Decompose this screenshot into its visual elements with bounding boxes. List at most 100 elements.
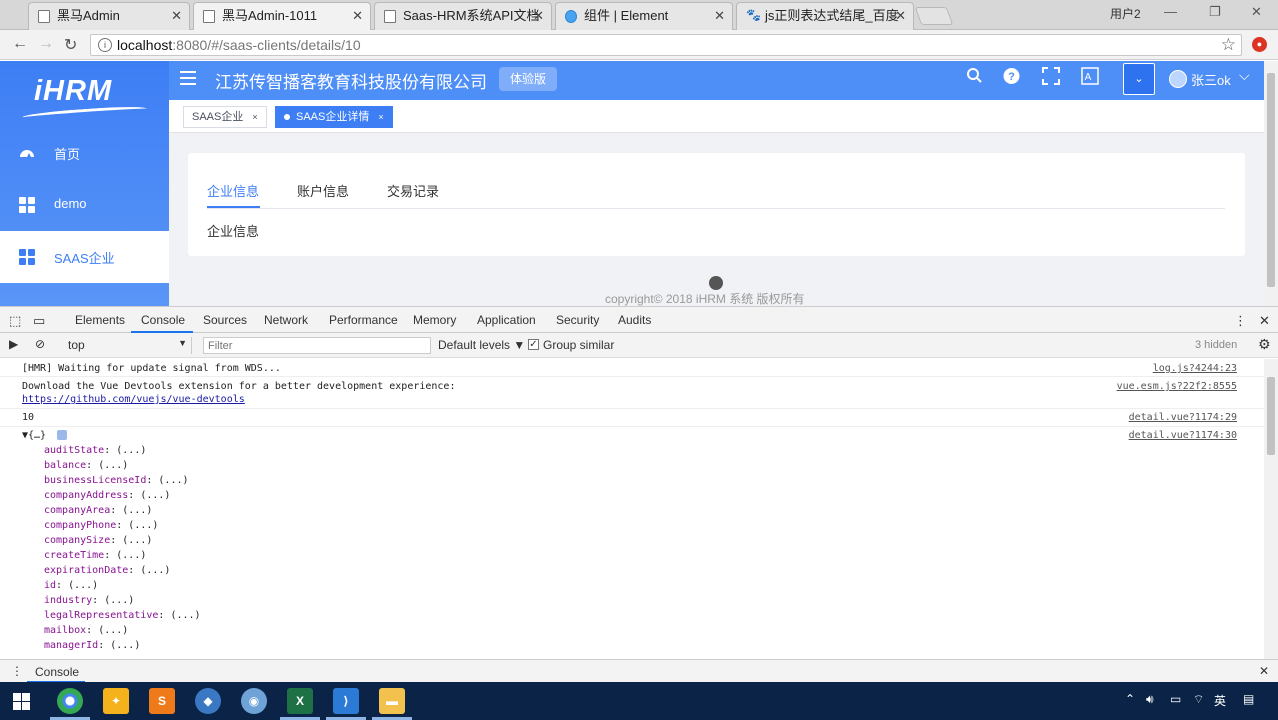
object-property[interactable]: legalRepresentative: (...) <box>44 610 201 621</box>
sidebar-item-home[interactable]: 首页 <box>0 127 169 179</box>
bookmark-star-icon[interactable]: ☆ <box>1221 35 1236 55</box>
object-property[interactable]: companyPhone: (...) <box>44 520 158 531</box>
browser-tab-heima-admin-1011[interactable]: 黑马Admin-1011 ✕ <box>193 2 371 31</box>
console-source-link[interactable]: vue.esm.js?22f2:8555 <box>1117 381 1237 392</box>
drawer-menu-icon[interactable]: ⋮ <box>11 664 23 678</box>
console-scrollbar[interactable] <box>1264 359 1278 659</box>
console-url-link[interactable]: https://github.com/vuejs/vue-devtools <box>22 394 245 405</box>
avatar[interactable] <box>1169 70 1187 88</box>
devtools-tab-security[interactable]: Security <box>556 313 599 327</box>
github-icon[interactable] <box>709 276 723 290</box>
sidebar-item-saas[interactable]: SAAS企业 <box>0 231 169 283</box>
object-property[interactable]: managerId: (...) <box>44 640 140 651</box>
chevron-down-icon[interactable]: ⌵ <box>1239 67 1250 84</box>
devtools-tab-audits[interactable]: Audits <box>618 313 651 327</box>
settings-gear-icon[interactable]: ⚙ <box>1258 336 1271 353</box>
console-object-toggle[interactable]: ▼{…} <box>22 430 46 441</box>
username[interactable]: 张三ok <box>1191 70 1231 89</box>
clear-console-icon[interactable]: ⊘ <box>35 337 45 351</box>
device-toggle-icon[interactable]: ▭ <box>33 313 45 329</box>
translate-icon[interactable]: A <box>1081 67 1099 90</box>
minimize-icon[interactable]: — <box>1164 4 1177 19</box>
forward-icon[interactable]: → <box>38 35 54 53</box>
devtools-tab-network[interactable]: Network <box>264 313 308 327</box>
page-scrollbar[interactable] <box>1264 61 1278 306</box>
sublime-icon[interactable]: S <box>149 688 175 714</box>
devtools-tab-performance[interactable]: Performance <box>329 313 398 327</box>
paint-icon[interactable]: ◉ <box>241 688 267 714</box>
tag-saas-details[interactable]: SAAS企业详情 × <box>275 106 393 128</box>
browser-tab-heima-admin[interactable]: 黑马Admin ✕ <box>28 2 190 30</box>
object-property[interactable]: balance: (...) <box>44 460 128 471</box>
object-property[interactable]: auditState: (...) <box>44 445 146 456</box>
console-source-link[interactable]: detail.vue?1174:29 <box>1129 412 1237 423</box>
chevron-down-icon[interactable]: ⌄ <box>1123 63 1155 95</box>
close-icon[interactable]: × <box>378 112 383 122</box>
object-property[interactable]: businessLicenseId: (...) <box>44 475 189 486</box>
network-icon[interactable]: ⌔ <box>1193 692 1204 707</box>
close-icon[interactable]: ✕ <box>895 3 906 29</box>
drawer-tab-console[interactable]: Console <box>35 665 79 679</box>
back-icon[interactable]: ← <box>12 35 28 53</box>
browser-tab-element[interactable]: 组件 | Element ✕ <box>555 2 733 30</box>
tag-saas[interactable]: SAAS企业 × <box>183 106 267 128</box>
browser-tab-baidu[interactable]: 🐾 js正则表达式结尾_百度 ✕ <box>736 2 914 30</box>
scrollbar-thumb[interactable] <box>1267 377 1275 455</box>
battery-icon[interactable]: ▭ <box>1170 692 1181 706</box>
close-icon[interactable]: ✕ <box>714 3 725 29</box>
hamburger-icon[interactable] <box>180 71 196 85</box>
levels-dropdown[interactable]: Default levels ▼ <box>438 338 525 352</box>
tray-chevron-up-icon[interactable]: ⌃ <box>1125 692 1135 706</box>
tab-company-info[interactable]: 企业信息 <box>207 181 259 200</box>
info-icon[interactable] <box>57 430 67 440</box>
devtools-tab-memory[interactable]: Memory <box>413 313 456 327</box>
context-select[interactable]: top ▼ <box>62 337 192 354</box>
object-property[interactable]: mailbox: (...) <box>44 625 128 636</box>
windows-start-icon[interactable] <box>13 693 30 710</box>
folder-icon[interactable]: ▬ <box>379 688 405 714</box>
inspect-icon[interactable]: ⬚ <box>9 313 21 329</box>
notification-icon[interactable]: ▤ <box>1243 692 1254 706</box>
excel-icon[interactable]: X <box>287 688 313 714</box>
browser-icon[interactable]: ✦ <box>103 688 129 714</box>
sidebar-toggle-icon[interactable]: ▶ <box>9 337 18 351</box>
volume-icon[interactable]: 🔊︎ <box>1146 692 1154 707</box>
app-icon[interactable]: ◆ <box>195 688 221 714</box>
close-icon[interactable]: ✕ <box>1259 664 1269 678</box>
url-input[interactable]: i localhost:8080/#/saas-clients/details/… <box>90 34 1242 56</box>
devtools-tab-sources[interactable]: Sources <box>203 313 247 327</box>
info-icon[interactable]: i <box>98 38 112 52</box>
group-similar-checkbox[interactable]: ✓ <box>528 339 539 350</box>
window-close-icon[interactable]: ✕ <box>1251 4 1262 20</box>
restore-icon[interactable]: ❐ <box>1209 4 1221 20</box>
filter-input[interactable] <box>203 337 431 354</box>
console-source-link[interactable]: log.js?4244:23 <box>1153 363 1237 374</box>
reload-icon[interactable]: ↻ <box>64 35 77 55</box>
sidebar-item-demo[interactable]: demo <box>0 179 169 231</box>
close-icon[interactable]: ✕ <box>533 3 544 29</box>
browser-tab-saas-api-doc[interactable]: Saas-HRM系统API文档 ✕ <box>374 2 552 30</box>
object-property[interactable]: id: (...) <box>44 580 98 591</box>
object-property[interactable]: companySize: (...) <box>44 535 152 546</box>
search-icon[interactable] <box>966 67 982 90</box>
object-property[interactable]: companyAddress: (...) <box>44 490 170 501</box>
console-source-link[interactable]: detail.vue?1174:30 <box>1129 430 1237 441</box>
tab-transactions[interactable]: 交易记录 <box>387 181 439 200</box>
close-icon[interactable]: ✕ <box>1259 313 1270 329</box>
object-property[interactable]: companyArea: (...) <box>44 505 152 516</box>
vscode-icon[interactable]: ⟩ <box>333 688 359 714</box>
tab-account-info[interactable]: 账户信息 <box>297 181 349 200</box>
close-icon[interactable]: ✕ <box>171 3 182 29</box>
object-property[interactable]: expirationDate: (...) <box>44 565 170 576</box>
ime-indicator[interactable]: 英 <box>1214 692 1226 709</box>
fullscreen-icon[interactable] <box>1042 67 1060 90</box>
chrome-icon[interactable] <box>57 688 83 714</box>
help-icon[interactable]: ? <box>1003 67 1020 90</box>
close-icon[interactable]: × <box>252 112 257 122</box>
devtools-tab-application[interactable]: Application <box>477 313 536 327</box>
devtools-tab-console[interactable]: Console <box>141 313 185 327</box>
browser-user-label[interactable]: 用户2 <box>1110 5 1141 22</box>
devtools-tab-elements[interactable]: Elements <box>75 313 125 327</box>
more-icon[interactable]: ⋮ <box>1234 313 1247 329</box>
scrollbar-thumb[interactable] <box>1267 73 1275 287</box>
